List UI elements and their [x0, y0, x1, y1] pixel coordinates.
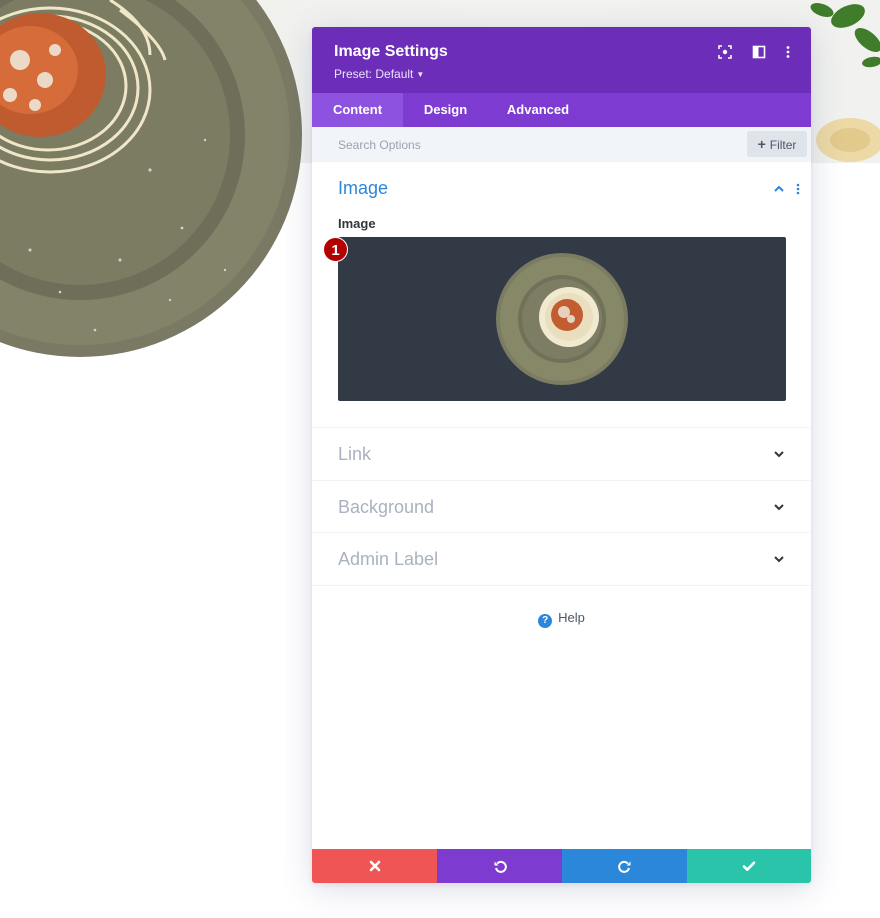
image-thumbnail [496, 253, 628, 385]
chevron-up-icon[interactable] [772, 182, 786, 196]
chevron-down-icon [774, 504, 784, 511]
tab-content[interactable]: Content [312, 93, 403, 127]
search-bar: +Filter [312, 127, 811, 162]
modal-footer [312, 849, 811, 883]
filter-label: Filter [769, 138, 797, 152]
image-section-title[interactable]: Image [338, 178, 388, 199]
undo-button[interactable] [437, 849, 562, 883]
check-icon [742, 861, 756, 871]
link-section-title: Link [338, 444, 372, 464]
search-input[interactable] [326, 132, 750, 157]
preset-selector[interactable]: Preset: Default ▼ [334, 67, 424, 81]
focus-icon[interactable] [716, 43, 734, 61]
link-section[interactable]: Link [312, 428, 811, 480]
save-button[interactable] [687, 849, 811, 883]
admin-label-section[interactable]: Admin Label [312, 533, 811, 585]
tab-advanced[interactable]: Advanced [488, 93, 588, 127]
image-upload-preview[interactable] [338, 237, 786, 401]
split-view-icon[interactable] [750, 43, 768, 61]
background-section-title: Background [338, 497, 435, 517]
redo-icon [617, 860, 630, 873]
modal-header: Image Settings Preset: Default ▼ [312, 27, 811, 93]
image-field-label: Image [338, 216, 376, 231]
modal-title: Image Settings [334, 43, 448, 60]
chevron-down-icon [774, 451, 784, 458]
plus-icon: + [757, 136, 766, 152]
help-link[interactable]: ? Help [312, 610, 811, 628]
help-label: Help [558, 610, 585, 625]
redo-button[interactable] [562, 849, 687, 883]
help-icon: ? [538, 614, 553, 628]
more-vertical-icon[interactable] [791, 182, 805, 196]
undo-icon [494, 860, 507, 873]
tab-bar: Content Design Advanced [312, 93, 811, 127]
preset-label: Preset: Default [334, 67, 414, 81]
more-vertical-icon[interactable] [779, 43, 797, 61]
chevron-down-icon [774, 556, 784, 563]
image-settings-modal: Image Settings Preset: Default ▼ Content … [312, 27, 811, 883]
filter-button[interactable]: + Filter [747, 131, 807, 157]
step-number-badge: 1 [323, 237, 348, 262]
background-section[interactable]: Background [312, 481, 811, 532]
admin-label-section-title: Admin Label [338, 549, 439, 569]
discard-button[interactable] [312, 849, 437, 883]
close-icon [369, 860, 380, 872]
divider [312, 585, 811, 586]
tab-design[interactable]: Design [404, 93, 487, 127]
caret-down-icon: ▼ [416, 70, 425, 79]
